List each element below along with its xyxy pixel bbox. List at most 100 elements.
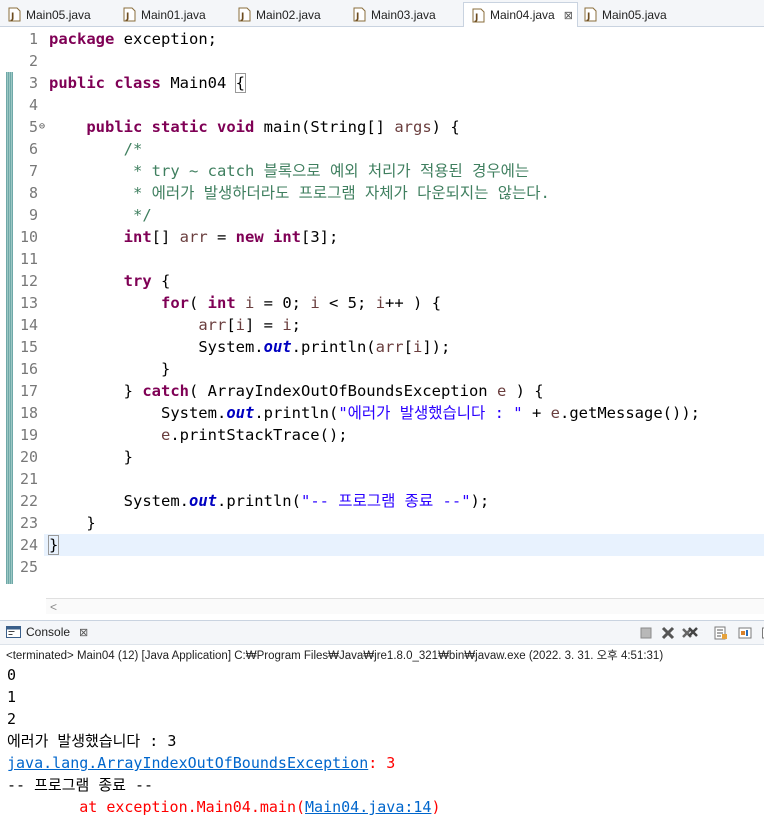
line-number: 14 — [19, 316, 38, 334]
tab-main02-java[interactable]: J Main02.java — [230, 3, 321, 26]
code-text: ] = — [245, 316, 283, 334]
line-number: 11 — [19, 250, 38, 268]
line-number: 15 — [19, 338, 38, 356]
code-line: } — [47, 534, 764, 556]
keyword: for — [160, 294, 189, 312]
code-text: ]); — [422, 338, 451, 356]
code-line: System.out.println(arr[i]); — [49, 336, 764, 358]
code-line: public static void main(String[] args) { — [49, 116, 764, 138]
line-number: 16 — [19, 360, 38, 378]
tab-main05-java[interactable]: J Main05.java — [0, 3, 91, 26]
comment-text: * 에러가 발생하더라도 프로그램 자체가 다운되지는 않는다. — [123, 184, 550, 202]
console-icon — [6, 626, 21, 638]
exception-class-link[interactable]: java.lang.ArrayIndexOutOfBoundsException — [7, 754, 368, 772]
tab-label: Main02.java — [256, 7, 321, 22]
variable: i — [235, 316, 245, 334]
tab-console[interactable]: Console ⊠ — [6, 625, 88, 639]
variable: args — [394, 118, 432, 136]
code-text: .println( — [254, 404, 339, 422]
variable: arr — [375, 338, 404, 356]
static-field: out — [263, 338, 292, 356]
fold-toggle-icon[interactable]: ⊖ — [39, 116, 47, 138]
tab-main05-java-2[interactable]: J Main05.java — [576, 3, 667, 26]
variable: arr — [179, 228, 208, 246]
tab-label: Main03.java — [371, 7, 436, 22]
comment-text: */ — [123, 206, 152, 224]
code-line: System.out.println("-- 프로그램 종료 --"); — [49, 490, 764, 512]
editor-tab-bar: J Main05.java J Main01.java J Main02.jav… — [0, 0, 764, 27]
pin-console-icon[interactable] — [737, 625, 753, 641]
static-field: out — [188, 492, 217, 510]
matching-bracket: { — [234, 73, 247, 93]
line-number: 23 — [19, 514, 38, 532]
scroll-lock-icon[interactable] — [713, 625, 729, 641]
scroll-left-icon[interactable]: < — [50, 599, 57, 615]
close-icon[interactable]: ⊠ — [79, 626, 88, 639]
code-text: + — [522, 404, 551, 422]
remove-launch-icon[interactable] — [660, 625, 676, 641]
code-line: int[] arr = new int[3]; — [49, 226, 764, 248]
code-line: arr[i] = i; — [49, 314, 764, 336]
code-text: < 5; — [319, 294, 376, 312]
display-console-icon[interactable] — [757, 625, 764, 641]
close-icon[interactable]: ⊠ — [564, 9, 573, 22]
keyword: new — [235, 228, 264, 246]
code-text: System. — [160, 404, 227, 422]
tab-main04-java[interactable]: J Main04.java ⊠ — [463, 2, 578, 27]
variable: e — [550, 404, 560, 422]
keyword: public — [86, 118, 143, 136]
horizontal-scrollbar[interactable]: < — [46, 598, 764, 614]
variable: e — [496, 382, 507, 400]
line-number: 21 — [19, 470, 38, 488]
tab-main03-java[interactable]: J Main03.java — [345, 3, 436, 26]
svg-text:J: J — [10, 12, 14, 22]
java-file-icon: J — [8, 7, 21, 22]
code-line: public class Main04 { — [49, 72, 764, 94]
line-number: 17 — [19, 382, 38, 400]
console-output[interactable]: 0 1 2 에러가 발생했습니다 : 3 java.lang.ArrayInde… — [7, 664, 764, 818]
terminate-icon[interactable] — [638, 625, 654, 641]
variable: i — [310, 294, 320, 312]
code-text: } — [160, 360, 171, 378]
java-file-icon: J — [584, 7, 597, 22]
tab-main01-java[interactable]: J Main01.java — [115, 3, 206, 26]
tab-label: Main05.java — [26, 7, 91, 22]
svg-text:J: J — [125, 12, 129, 22]
source-location-link[interactable]: Main04.java:14 — [305, 798, 431, 816]
line-number: 6 — [28, 140, 38, 158]
code-line: package exception; — [49, 28, 764, 50]
output-line: 에러가 발생했습니다 : 3 — [7, 732, 177, 750]
keyword: int — [123, 228, 152, 246]
code-editor[interactable]: 1 2 3 4 5 ⊖ 6 7 8 9 10 11 12 13 14 15 16… — [0, 28, 764, 614]
comment-line: /* — [49, 138, 764, 160]
svg-text:J: J — [586, 12, 590, 22]
text-caret — [58, 536, 60, 553]
console-tab-label: Console — [26, 625, 71, 639]
code-text: [3]; — [301, 228, 339, 246]
line-number: 12 — [19, 272, 38, 290]
change-ruler — [6, 72, 13, 584]
code-text: [ — [403, 338, 413, 356]
code-text: ); — [470, 492, 490, 510]
line-number: 9 — [28, 206, 38, 224]
line-number: 5 — [28, 118, 38, 136]
java-file-icon: J — [123, 7, 136, 22]
svg-text:J: J — [240, 12, 244, 22]
line-number: 22 — [19, 492, 38, 510]
string-literal: "-- 프로그램 종료 --" — [300, 492, 471, 510]
matching-bracket: } — [47, 535, 60, 555]
keyword: catch — [142, 382, 189, 400]
code-line: } catch( ArrayIndexOutOfBoundsException … — [49, 380, 764, 402]
tab-label: Main01.java — [141, 7, 206, 22]
svg-text:J: J — [355, 12, 359, 22]
stack-trace-line: at exception.Main04.main(Main04.java:14) — [7, 796, 764, 818]
line-number: 13 — [19, 294, 38, 312]
output-line: 0 — [7, 666, 17, 684]
variable: i — [375, 294, 386, 312]
code-text: ++ ) { — [385, 294, 442, 312]
variable: i — [245, 294, 255, 312]
remove-all-terminated-icon[interactable] — [682, 625, 698, 641]
tab-label: Main05.java — [602, 7, 667, 22]
variable: i — [412, 338, 423, 356]
